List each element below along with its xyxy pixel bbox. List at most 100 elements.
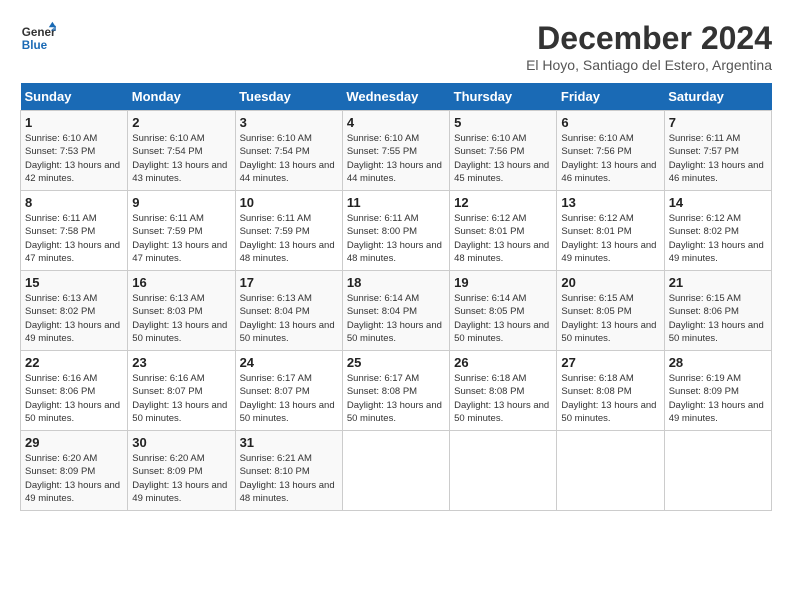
day-number: 2 — [132, 115, 230, 130]
day-info: Sunrise: 6:15 AMSunset: 8:06 PMDaylight:… — [669, 292, 767, 345]
calendar-cell: 17 Sunrise: 6:13 AMSunset: 8:04 PMDayligh… — [235, 271, 342, 351]
day-number: 16 — [132, 275, 230, 290]
calendar-cell — [557, 431, 664, 511]
day-info: Sunrise: 6:18 AMSunset: 8:08 PMDaylight:… — [561, 372, 659, 425]
weekday-header-saturday: Saturday — [664, 83, 771, 111]
calendar-cell: 12 Sunrise: 6:12 AMSunset: 8:01 PMDayligh… — [450, 191, 557, 271]
logo-icon: General Blue — [20, 20, 56, 56]
month-title: December 2024 — [526, 20, 772, 57]
day-number: 27 — [561, 355, 659, 370]
calendar-cell: 4Sunrise: 6:10 AMSunset: 7:55 PMDaylight… — [342, 111, 449, 191]
weekday-header-row: SundayMondayTuesdayWednesdayThursdayFrid… — [21, 83, 772, 111]
weekday-header-sunday: Sunday — [21, 83, 128, 111]
calendar-cell: 21 Sunrise: 6:15 AMSunset: 8:06 PMDayligh… — [664, 271, 771, 351]
day-info: Sunrise: 6:12 AMSunset: 8:01 PMDaylight:… — [561, 212, 659, 265]
calendar-cell: 27 Sunrise: 6:18 AMSunset: 8:08 PMDayligh… — [557, 351, 664, 431]
day-number: 19 — [454, 275, 552, 290]
day-info: Sunrise: 6:13 AMSunset: 8:04 PMDaylight:… — [240, 292, 338, 345]
svg-text:Blue: Blue — [22, 39, 48, 52]
day-number: 31 — [240, 435, 338, 450]
calendar-cell: 24Sunrise: 6:17 AMSunset: 8:07 PMDayligh… — [235, 351, 342, 431]
day-info: Sunrise: 6:12 AMSunset: 8:02 PMDaylight:… — [669, 212, 767, 265]
calendar-week-row: 1 Sunrise: 6:10 AMSunset: 7:53 PMDaylight… — [21, 111, 772, 191]
calendar-cell: 7Sunrise: 6:11 AMSunset: 7:57 PMDaylight… — [664, 111, 771, 191]
calendar-cell: 1 Sunrise: 6:10 AMSunset: 7:53 PMDaylight… — [21, 111, 128, 191]
day-number: 29 — [25, 435, 123, 450]
day-info: Sunrise: 6:18 AMSunset: 8:08 PMDaylight:… — [454, 372, 552, 425]
calendar-cell: 13 Sunrise: 6:12 AMSunset: 8:01 PMDayligh… — [557, 191, 664, 271]
day-info: Sunrise: 6:10 AMSunset: 7:55 PMDaylight:… — [347, 132, 445, 185]
day-number: 9 — [132, 195, 230, 210]
day-info: Sunrise: 6:10 AMSunset: 7:53 PMDaylight:… — [25, 132, 123, 185]
day-info: Sunrise: 6:11 AMSunset: 7:57 PMDaylight:… — [669, 132, 767, 185]
calendar-cell — [450, 431, 557, 511]
calendar-cell: 2 Sunrise: 6:10 AMSunset: 7:54 PMDaylight… — [128, 111, 235, 191]
title-block: December 2024 El Hoyo, Santiago del Este… — [526, 20, 772, 73]
calendar-week-row: 15 Sunrise: 6:13 AMSunset: 8:02 PMDayligh… — [21, 271, 772, 351]
calendar-cell: 19 Sunrise: 6:14 AMSunset: 8:05 PMDayligh… — [450, 271, 557, 351]
day-number: 15 — [25, 275, 123, 290]
calendar-cell: 31 Sunrise: 6:21 AMSunset: 8:10 PMDayligh… — [235, 431, 342, 511]
calendar-cell: 14 Sunrise: 6:12 AMSunset: 8:02 PMDayligh… — [664, 191, 771, 271]
calendar-cell: 9Sunrise: 6:11 AMSunset: 7:59 PMDaylight… — [128, 191, 235, 271]
day-number: 18 — [347, 275, 445, 290]
day-number: 6 — [561, 115, 659, 130]
calendar-cell: 25 Sunrise: 6:17 AMSunset: 8:08 PMDayligh… — [342, 351, 449, 431]
day-number: 3 — [240, 115, 338, 130]
calendar-cell: 28Sunrise: 6:19 AMSunset: 8:09 PMDayligh… — [664, 351, 771, 431]
calendar-week-row: 29 Sunrise: 6:20 AMSunset: 8:09 PMDayligh… — [21, 431, 772, 511]
calendar-cell: 22 Sunrise: 6:16 AMSunset: 8:06 PMDayligh… — [21, 351, 128, 431]
day-number: 30 — [132, 435, 230, 450]
logo: General Blue — [20, 20, 56, 56]
calendar-cell: 15 Sunrise: 6:13 AMSunset: 8:02 PMDayligh… — [21, 271, 128, 351]
day-number: 13 — [561, 195, 659, 210]
day-info: Sunrise: 6:15 AMSunset: 8:05 PMDaylight:… — [561, 292, 659, 345]
weekday-header-thursday: Thursday — [450, 83, 557, 111]
day-info: Sunrise: 6:11 AMSunset: 7:59 PMDaylight:… — [240, 212, 338, 265]
day-number: 25 — [347, 355, 445, 370]
day-info: Sunrise: 6:10 AMSunset: 7:56 PMDaylight:… — [561, 132, 659, 185]
day-number: 24 — [240, 355, 338, 370]
day-number: 17 — [240, 275, 338, 290]
day-info: Sunrise: 6:13 AMSunset: 8:02 PMDaylight:… — [25, 292, 123, 345]
day-number: 28 — [669, 355, 767, 370]
calendar-cell: 18 Sunrise: 6:14 AMSunset: 8:04 PMDayligh… — [342, 271, 449, 351]
day-info: Sunrise: 6:11 AMSunset: 7:58 PMDaylight:… — [25, 212, 123, 265]
day-info: Sunrise: 6:14 AMSunset: 8:05 PMDaylight:… — [454, 292, 552, 345]
calendar-week-row: 22 Sunrise: 6:16 AMSunset: 8:06 PMDayligh… — [21, 351, 772, 431]
calendar-cell — [664, 431, 771, 511]
day-info: Sunrise: 6:10 AMSunset: 7:54 PMDaylight:… — [132, 132, 230, 185]
day-info: Sunrise: 6:21 AMSunset: 8:10 PMDaylight:… — [240, 452, 338, 505]
weekday-header-wednesday: Wednesday — [342, 83, 449, 111]
weekday-header-tuesday: Tuesday — [235, 83, 342, 111]
calendar-cell — [342, 431, 449, 511]
day-number: 5 — [454, 115, 552, 130]
calendar-cell: 10 Sunrise: 6:11 AMSunset: 7:59 PMDayligh… — [235, 191, 342, 271]
calendar-cell: 8 Sunrise: 6:11 AMSunset: 7:58 PMDaylight… — [21, 191, 128, 271]
day-number: 26 — [454, 355, 552, 370]
day-info: Sunrise: 6:16 AMSunset: 8:06 PMDaylight:… — [25, 372, 123, 425]
day-number: 12 — [454, 195, 552, 210]
day-number: 1 — [25, 115, 123, 130]
day-number: 21 — [669, 275, 767, 290]
calendar-cell: 30 Sunrise: 6:20 AMSunset: 8:09 PMDayligh… — [128, 431, 235, 511]
day-number: 10 — [240, 195, 338, 210]
day-info: Sunrise: 6:13 AMSunset: 8:03 PMDaylight:… — [132, 292, 230, 345]
day-number: 8 — [25, 195, 123, 210]
day-number: 22 — [25, 355, 123, 370]
weekday-header-friday: Friday — [557, 83, 664, 111]
day-number: 23 — [132, 355, 230, 370]
day-info: Sunrise: 6:17 AMSunset: 8:08 PMDaylight:… — [347, 372, 445, 425]
day-info: Sunrise: 6:12 AMSunset: 8:01 PMDaylight:… — [454, 212, 552, 265]
calendar-week-row: 8 Sunrise: 6:11 AMSunset: 7:58 PMDaylight… — [21, 191, 772, 271]
day-info: Sunrise: 6:10 AMSunset: 7:56 PMDaylight:… — [454, 132, 552, 185]
day-info: Sunrise: 6:14 AMSunset: 8:04 PMDaylight:… — [347, 292, 445, 345]
calendar-cell: 6 Sunrise: 6:10 AMSunset: 7:56 PMDaylight… — [557, 111, 664, 191]
calendar-cell: 23 Sunrise: 6:16 AMSunset: 8:07 PMDayligh… — [128, 351, 235, 431]
svg-text:General: General — [22, 26, 56, 39]
calendar-cell: 5 Sunrise: 6:10 AMSunset: 7:56 PMDaylight… — [450, 111, 557, 191]
day-info: Sunrise: 6:16 AMSunset: 8:07 PMDaylight:… — [132, 372, 230, 425]
day-number: 14 — [669, 195, 767, 210]
day-info: Sunrise: 6:20 AMSunset: 8:09 PMDaylight:… — [132, 452, 230, 505]
day-info: Sunrise: 6:20 AMSunset: 8:09 PMDaylight:… — [25, 452, 123, 505]
